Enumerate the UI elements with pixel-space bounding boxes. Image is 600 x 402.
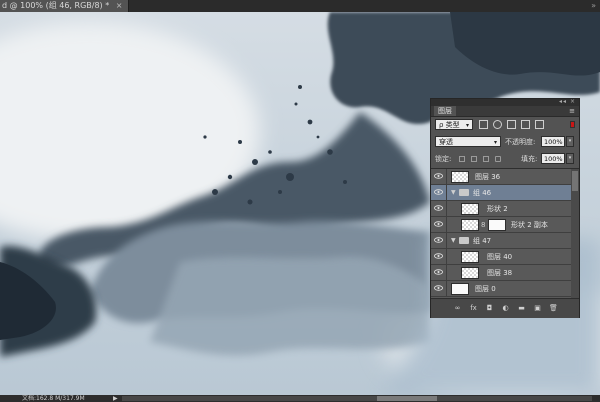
collapse-panels-icon[interactable]: » [591,0,596,12]
status-bar: 文档:162.8 M/317.9M ▶ [0,395,600,402]
opacity-label: 不透明度: [505,138,536,146]
layer-row[interactable]: 图层 38 [431,265,571,281]
layers-scrollbar[interactable] [571,168,579,298]
fx-icon[interactable]: fx [469,304,478,313]
status-menu-arrow-icon[interactable]: ▶ [113,395,118,402]
layer-thumbnail [461,219,479,231]
layer-thumbnail [451,171,469,183]
filter-type-icon[interactable] [507,120,516,129]
filter-pixel-icon[interactable] [479,120,488,129]
panel-menu-icon[interactable]: ≡ [569,106,575,116]
fill-label: 填充: [521,155,538,163]
blend-opacity-row: 穿透 ▾ 不透明度: 100% ▾ [431,134,579,149]
adjustment-icon[interactable]: ◐ [501,304,510,313]
lock-image-icon[interactable] [471,156,477,162]
visibility-eye-icon[interactable] [434,205,443,211]
filter-shape-icon[interactable] [521,120,530,129]
layer-thumbnail [461,203,479,215]
row-separator [446,217,447,233]
horizontal-scrollbar-thumb[interactable] [377,396,437,401]
layer-name: 组 47 [473,237,492,245]
layer-row[interactable]: 图层 36 [431,169,571,185]
visibility-eye-icon[interactable] [434,189,443,195]
row-separator [446,281,447,297]
document-tab[interactable]: d @ 100% (组 46, RGB/8) * × [0,0,130,12]
lock-all-icon[interactable] [495,156,501,162]
fill-slider-button[interactable]: ▾ [566,153,574,164]
document-tab-title: d @ 100% (组 46, RGB/8) * [2,1,110,10]
layer-thumbnail [461,267,479,279]
filter-row: ρ 类型 ▾ [431,117,579,132]
blend-mode-value: 穿透 [439,138,453,146]
lock-position-icon[interactable] [483,156,489,162]
layer-row[interactable]: 8 形状 2 副本 [431,217,571,233]
visibility-eye-icon[interactable] [434,253,443,259]
row-separator [446,201,447,217]
folder-icon[interactable]: ▬ [517,304,526,313]
visibility-eye-icon[interactable] [434,173,443,179]
layers-list: 图层 36 ▼ 组 46 形状 2 8 形状 2 副本 ▼ 组 47 图层 40… [431,168,571,298]
horizontal-scrollbar[interactable] [122,396,592,401]
tab-layers[interactable]: 图层 [434,106,456,116]
layer-name: 组 46 [473,189,492,197]
lock-transparent-icon[interactable] [459,156,465,162]
disclosure-triangle-icon[interactable]: ▼ [451,189,456,196]
mask-link-icon[interactable]: 8 [481,221,485,229]
layers-bottom-toolbar: ∞ fx ◘ ◐ ▬ ▣ 🗑 [431,298,579,318]
chevron-down-icon: ▾ [493,139,497,146]
panel-window-controls[interactable]: ◂◂ × [559,98,576,105]
layers-scrollbar-thumb[interactable] [572,171,578,191]
opacity-input[interactable]: 100% [541,136,565,147]
visibility-eye-icon[interactable] [434,237,443,243]
trash-icon[interactable]: 🗑 [549,304,558,313]
filter-kind-label: ρ 类型 [439,121,460,129]
layer-name: 形状 2 [487,205,508,213]
layer-name: 图层 38 [487,269,513,277]
layer-name: 图层 0 [475,285,496,293]
fill-input[interactable]: 100% [541,153,565,164]
document-size-readout: 文档:162.8 M/317.9M [22,395,85,402]
layer-row-selected[interactable]: ▼ 组 46 [431,185,571,201]
layer-thumbnail [461,251,479,263]
row-separator [446,265,447,281]
visibility-eye-icon[interactable] [434,269,443,275]
mask-icon[interactable]: ◘ [485,304,494,313]
layer-thumbnail [451,283,469,295]
vector-mask-thumbnail[interactable] [488,219,506,231]
document-tab-bar: d @ 100% (组 46, RGB/8) * × » [0,0,600,12]
layer-name: 图层 36 [475,173,501,181]
folder-icon [459,189,469,196]
filter-toggle-icon[interactable] [570,121,575,128]
chevron-down-icon: ▾ [465,122,469,129]
filter-smart-object-icon[interactable] [535,120,544,129]
blend-mode-dropdown[interactable]: 穿透 ▾ [435,136,501,147]
layer-row[interactable]: 形状 2 [431,201,571,217]
visibility-eye-icon[interactable] [434,285,443,291]
row-separator [446,233,447,249]
layer-name: 图层 40 [487,253,513,261]
layer-row[interactable]: 图层 40 [431,249,571,265]
disclosure-triangle-icon[interactable]: ▼ [451,237,456,244]
row-separator [446,249,447,265]
folder-icon [459,237,469,244]
layer-row[interactable]: ▼ 组 47 [431,233,571,249]
layer-row[interactable]: 图层 0 [431,281,571,297]
lock-label: 锁定: [435,155,452,163]
link-icon[interactable]: ∞ [453,304,462,313]
new-layer-icon[interactable]: ▣ [533,304,542,313]
layers-panel: ◂◂ × 图层 ≡ ρ 类型 ▾ 穿透 ▾ 不透明度: 100% ▾ 锁定: 填… [430,98,580,318]
row-separator [446,169,447,185]
lock-fill-row: 锁定: 填充: 100% ▾ [431,151,579,166]
panel-drag-bar[interactable]: ◂◂ × [431,98,579,106]
opacity-slider-button[interactable]: ▾ [566,136,574,147]
close-icon[interactable]: × [116,1,123,10]
visibility-eye-icon[interactable] [434,221,443,227]
row-separator [446,185,447,201]
filter-adjustment-icon[interactable] [493,120,502,129]
panel-tab-bar: 图层 ≡ [431,106,579,117]
layer-name: 形状 2 副本 [511,221,548,229]
filter-kind-dropdown[interactable]: ρ 类型 ▾ [435,119,473,130]
